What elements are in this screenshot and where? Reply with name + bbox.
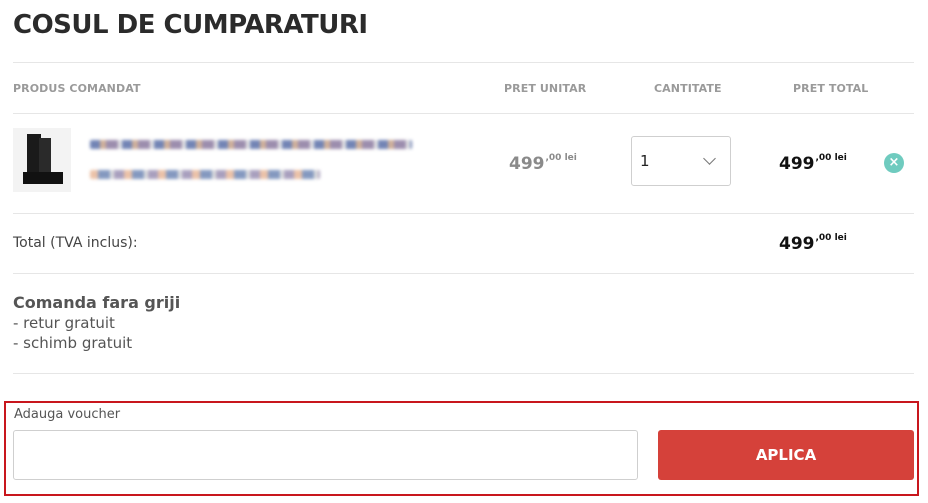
divider (13, 62, 914, 63)
total-price-decimals: ,00 lei (815, 153, 847, 163)
column-header-unit-price: PRET UNITAR (504, 82, 587, 95)
apply-voucher-button[interactable]: APLICA (658, 430, 914, 480)
voucher-section: Adauga voucher APLICA (4, 401, 919, 496)
page-title: COSUL DE CUMPARATURI (13, 10, 368, 40)
worry-free-line: - schimb gratuit (13, 334, 133, 352)
column-header-product: PRODUS COMANDAT (13, 82, 141, 95)
divider (13, 213, 914, 214)
worry-free-line: - retur gratuit (13, 314, 115, 332)
product-image[interactable] (13, 128, 71, 192)
unit-price-main: 499 (509, 154, 545, 174)
divider (13, 273, 914, 274)
quantity-value: 1 (640, 152, 650, 170)
column-header-quantity: CANTITATE (654, 82, 722, 95)
total-price-main: 499 (779, 154, 815, 174)
total-price: 499,00 lei (779, 153, 847, 174)
quantity-select[interactable]: 1 (631, 136, 731, 186)
divider (13, 113, 914, 114)
grand-total-decimals: ,00 lei (815, 233, 847, 243)
close-circle-icon[interactable]: × (884, 153, 904, 173)
voucher-label: Adauga voucher (14, 407, 121, 422)
unit-price: 499,00 lei (509, 153, 577, 174)
product-variant-blurred (90, 170, 320, 179)
product-name-blurred[interactable] (90, 140, 412, 149)
divider (13, 373, 914, 374)
grand-total-main: 499 (779, 234, 815, 254)
worry-free-title: Comanda fara griji (13, 293, 181, 312)
grand-total: 499,00 lei (779, 233, 847, 254)
voucher-input[interactable] (13, 430, 638, 480)
unit-price-decimals: ,00 lei (545, 153, 577, 163)
column-header-total-price: PRET TOTAL (793, 82, 869, 95)
chevron-down-icon (703, 152, 716, 165)
total-label: Total (TVA inclus): (13, 235, 138, 251)
